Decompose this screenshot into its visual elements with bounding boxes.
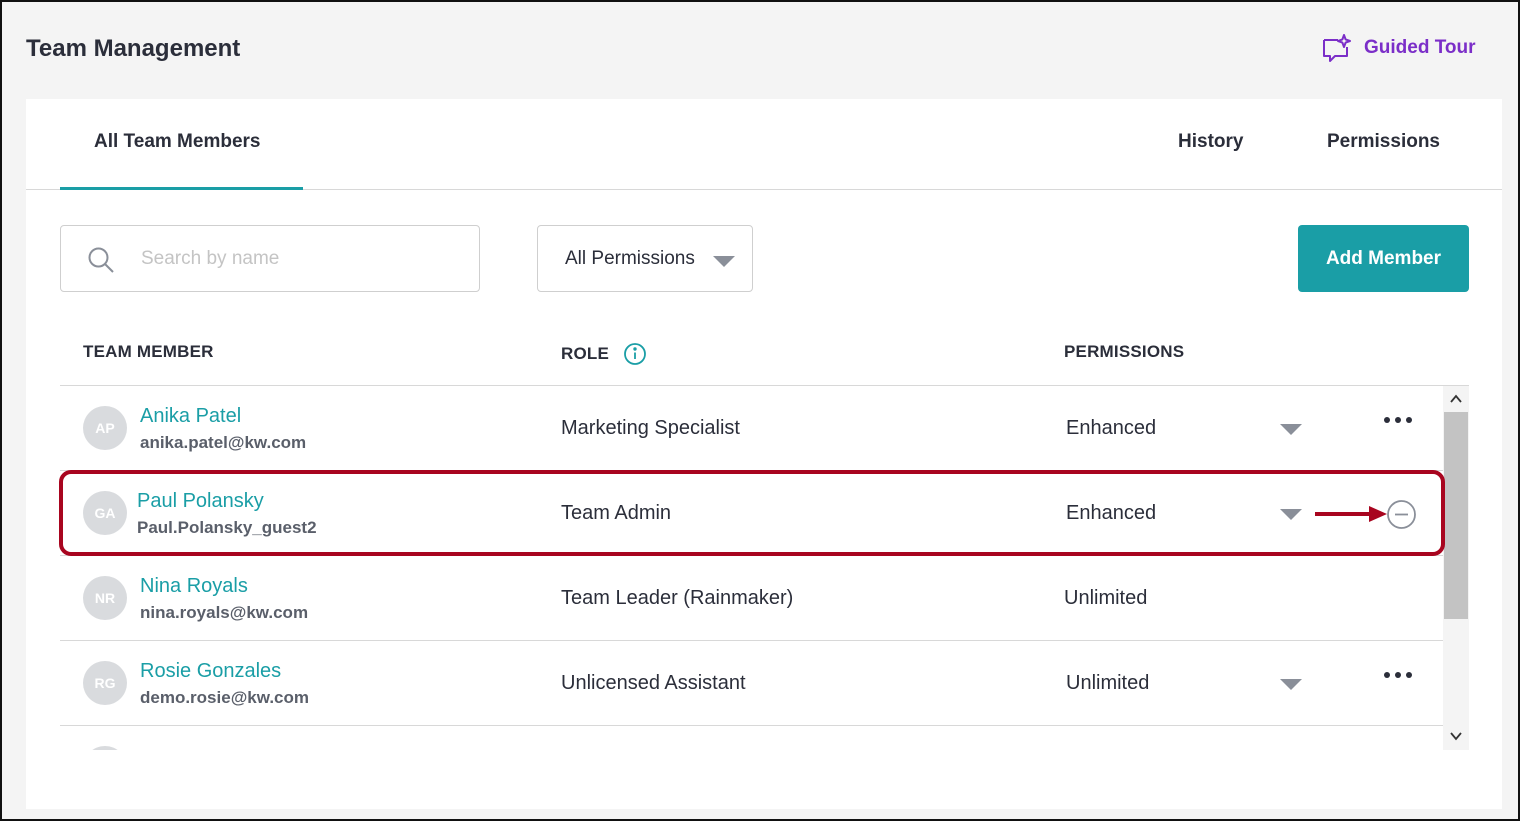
permission-filter-dropdown[interactable]: All Permissions xyxy=(537,225,753,292)
member-role: Team Leader (Rainmaker) xyxy=(561,587,794,609)
more-options-icon[interactable] xyxy=(1384,417,1412,423)
avatar xyxy=(83,746,127,750)
member-permission: Enhanced xyxy=(1066,417,1157,439)
permission-dropdown-icon[interactable] xyxy=(1280,679,1302,690)
table-row: AP Anika Patel anika.patel@kw.com Market… xyxy=(60,386,1443,471)
member-name-link[interactable]: Paul Polansky xyxy=(137,490,264,513)
search-icon xyxy=(88,247,114,273)
tab-all-team-members[interactable]: All Team Members xyxy=(94,131,260,153)
member-role: Team Admin xyxy=(561,502,672,524)
member-name-link[interactable]: Anika Patel xyxy=(140,405,241,428)
scrollbar-thumb[interactable] xyxy=(1444,412,1468,619)
remove-member-icon[interactable] xyxy=(1386,499,1417,530)
member-permission: Unlimited xyxy=(1064,587,1148,609)
column-header-role: ROLE xyxy=(561,342,647,366)
more-options-icon[interactable] xyxy=(1384,672,1412,678)
member-email: Paul.Polansky_guest2 xyxy=(137,518,317,537)
member-email: demo.rosie@kw.com xyxy=(140,688,309,707)
scroll-down-icon[interactable] xyxy=(1449,729,1463,743)
guided-tour-link[interactable]: Guided Tour xyxy=(1320,32,1476,64)
member-list: AP Anika Patel anika.patel@kw.com Market… xyxy=(60,386,1443,750)
avatar: NR xyxy=(83,576,127,620)
member-name-link[interactable]: Nina Royals xyxy=(140,575,248,598)
sparkle-chat-icon xyxy=(1323,34,1351,62)
column-header-team-member: TEAM MEMBER xyxy=(83,342,214,361)
app-window: Team Management Guided Tour All Team Mem… xyxy=(0,0,1520,821)
tab-permissions[interactable]: Permissions xyxy=(1327,131,1440,153)
page-title: Team Management xyxy=(26,35,241,62)
avatar: RG xyxy=(83,661,127,705)
column-header-role-label: ROLE xyxy=(561,344,610,363)
scroll-up-icon[interactable] xyxy=(1449,392,1463,406)
permission-filter-value: All Permissions xyxy=(565,248,695,269)
avatar: GA xyxy=(83,491,127,535)
chevron-down-icon xyxy=(713,256,735,267)
tab-bar: All Team Members History Permissions xyxy=(26,99,1502,190)
table-row: NR Nina Royals nina.royals@kw.com Team L… xyxy=(60,556,1443,641)
member-role: Unlicensed Assistant xyxy=(561,672,746,694)
search-input[interactable] xyxy=(141,244,461,274)
tab-history[interactable]: History xyxy=(1178,131,1243,153)
member-email: nina.royals@kw.com xyxy=(140,603,309,622)
active-tab-indicator xyxy=(60,187,303,190)
add-member-button[interactable]: Add Member xyxy=(1298,225,1469,292)
permission-dropdown-icon[interactable] xyxy=(1280,424,1302,435)
team-card: All Team Members History Permissions All… xyxy=(26,99,1502,809)
member-email: anika.patel@kw.com xyxy=(140,433,307,452)
info-icon[interactable] xyxy=(623,342,647,366)
scrollbar[interactable] xyxy=(1443,386,1469,750)
member-permission: Unlimited xyxy=(1066,672,1150,694)
member-name-link[interactable]: Rosie Gonzales xyxy=(140,660,281,683)
guided-tour-label: Guided Tour xyxy=(1364,37,1476,58)
member-role: Marketing Specialist xyxy=(561,417,740,439)
member-permission: Enhanced xyxy=(1066,502,1157,524)
column-header-permissions: PERMISSIONS xyxy=(1064,342,1185,361)
table-row: RG Rosie Gonzales demo.rosie@kw.com Unli… xyxy=(60,641,1443,726)
avatar: AP xyxy=(83,406,127,450)
permission-dropdown-icon[interactable] xyxy=(1280,509,1302,520)
arrow-right-icon xyxy=(1315,506,1387,522)
search-box xyxy=(60,225,480,292)
table-row: GA Paul Polansky Paul.Polansky_guest2 Te… xyxy=(60,471,1443,556)
